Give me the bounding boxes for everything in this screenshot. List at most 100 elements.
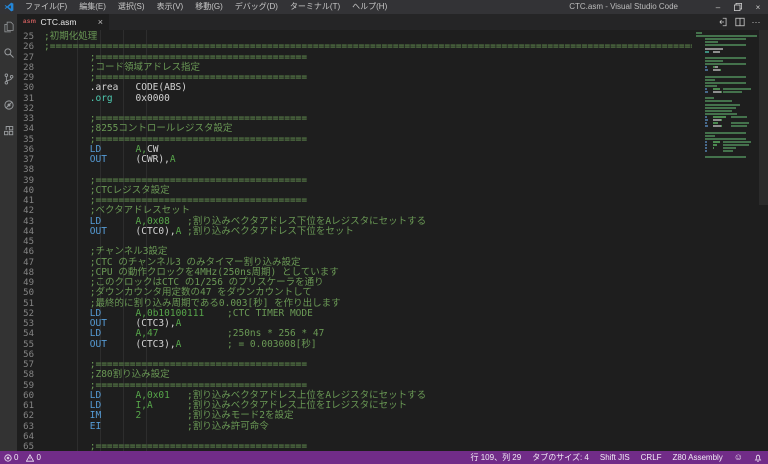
status-bar-right: 行 109、列 29 タブのサイズ: 4 Shift JIS CRLF Z80 … xyxy=(460,452,763,463)
notifications-bell-icon[interactable] xyxy=(754,454,762,462)
title-bar: ファイル(F) 編集(E) 選択(S) 表示(V) 移動(G) デバッグ(D) … xyxy=(0,0,768,14)
line-number: 31 xyxy=(23,93,34,104)
more-actions-button[interactable]: ··· xyxy=(748,14,764,30)
line-number: 49 xyxy=(23,278,34,288)
open-changes-icon xyxy=(719,17,727,27)
line-number: 37 xyxy=(23,155,34,165)
code-line[interactable]: 31 .org 0x0000 xyxy=(17,93,692,104)
line-number: 63 xyxy=(23,421,34,432)
open-changes-button[interactable] xyxy=(716,14,732,30)
sidebar-item-debug[interactable] xyxy=(0,92,17,118)
line-number: 47 xyxy=(23,257,34,268)
status-bar: 0 0 行 109、列 29 タブのサイズ: 4 Shift JIS CRLF … xyxy=(0,451,768,464)
line-number: 43 xyxy=(23,216,34,227)
line-number: 65 xyxy=(23,442,34,451)
sidebar-item-extensions[interactable] xyxy=(0,118,17,144)
line-number: 39 xyxy=(23,175,34,186)
line-number: 44 xyxy=(23,226,34,237)
menu-item-edit[interactable]: 編集(E) xyxy=(73,0,112,14)
warning-icon xyxy=(26,453,35,462)
code-area[interactable]: 25 ;初期化処理 26 ;=============================… xyxy=(17,30,692,451)
menu-bar: ファイル(F) 編集(E) 選択(S) 表示(V) 移動(G) デバッグ(D) … xyxy=(19,0,393,14)
sidebar-item-source-control[interactable] xyxy=(0,66,17,92)
status-errors[interactable]: 0 xyxy=(4,453,18,462)
code-line[interactable]: 44 OUT (CTC0),A ;割り込みベクタアドレス下位をセット xyxy=(17,226,692,237)
line-number: 40 xyxy=(23,185,34,196)
line-number: 60 xyxy=(23,390,34,401)
minimize-button[interactable]: – xyxy=(708,0,728,14)
menu-item-go[interactable]: 移動(G) xyxy=(189,0,229,14)
menu-item-selection[interactable]: 選択(S) xyxy=(112,0,151,14)
status-cursor-position[interactable]: 行 109、列 29 xyxy=(471,452,522,463)
line-number: 26 xyxy=(23,42,34,53)
debug-icon xyxy=(3,100,14,110)
line-number: 34 xyxy=(23,124,34,135)
line-number: 48 xyxy=(23,267,34,278)
line-number: 59 xyxy=(23,380,34,391)
menu-item-debug[interactable]: デバッグ(D) xyxy=(229,0,284,14)
status-tab-size[interactable]: タブのサイズ: 4 xyxy=(532,452,589,463)
asm-file-icon: asm xyxy=(23,19,37,25)
line-number: 38 xyxy=(23,165,34,176)
line-number: 61 xyxy=(23,401,34,411)
status-encoding[interactable]: Shift JIS xyxy=(600,453,630,462)
extensions-icon xyxy=(3,126,13,136)
split-editor-icon xyxy=(735,17,745,27)
code-line[interactable]: 63 EI ;割り込み許可命令 xyxy=(17,421,692,432)
line-number: 46 xyxy=(23,247,34,258)
line-number: 36 xyxy=(23,144,34,155)
tab-bar: asm CTC.asm × ··· xyxy=(17,14,768,30)
menu-item-view[interactable]: 表示(V) xyxy=(151,0,190,14)
line-number: 25 xyxy=(23,32,34,42)
line-number: 29 xyxy=(23,73,34,83)
line-number: 35 xyxy=(23,134,34,145)
line-number: 58 xyxy=(23,370,34,381)
sidebar-item-search[interactable] xyxy=(0,40,17,66)
files-icon xyxy=(4,21,13,33)
sidebar-item-explorer[interactable] xyxy=(0,14,17,40)
line-number: 52 xyxy=(23,308,34,319)
source-control-icon xyxy=(4,73,13,85)
search-icon xyxy=(3,48,14,58)
line-number: 50 xyxy=(23,288,34,299)
status-warnings[interactable]: 0 xyxy=(26,453,41,462)
window-title: CTC.asm - Visual Studio Code xyxy=(569,2,678,11)
line-number: 30 xyxy=(23,83,34,94)
tab-ctc-asm[interactable]: asm CTC.asm × xyxy=(17,14,109,30)
line-number: 42 xyxy=(23,206,34,217)
tab-label: CTC.asm xyxy=(40,17,77,27)
tab-close-icon[interactable]: × xyxy=(98,17,103,27)
status-eol[interactable]: CRLF xyxy=(641,453,662,462)
line-number: 55 xyxy=(23,339,34,350)
status-language-mode[interactable]: Z80 Assembly xyxy=(673,453,723,462)
line-number: 56 xyxy=(23,349,34,360)
line-number: 57 xyxy=(23,360,34,370)
window-controls: – × xyxy=(708,0,768,14)
menu-item-help[interactable]: ヘルプ(H) xyxy=(346,0,393,14)
line-number: 32 xyxy=(23,103,34,114)
code-line[interactable]: 55 OUT (CTC3),A ; = 0.003008[秒] xyxy=(17,339,692,350)
feedback-smiley-icon[interactable]: ☺ xyxy=(734,453,743,462)
menu-item-file[interactable]: ファイル(F) xyxy=(19,0,73,14)
restore-button[interactable] xyxy=(728,0,748,14)
line-number: 54 xyxy=(23,329,34,340)
line-number: 53 xyxy=(23,319,34,329)
line-number: 45 xyxy=(23,237,34,247)
line-number: 27 xyxy=(23,52,34,63)
error-icon xyxy=(4,453,12,462)
restore-icon xyxy=(734,3,742,11)
activity-bar xyxy=(0,14,17,451)
line-number: 41 xyxy=(23,196,34,206)
line-number: 51 xyxy=(23,298,34,309)
line-number: 28 xyxy=(23,62,34,73)
code-line[interactable]: 65 ;====================================… xyxy=(17,441,692,451)
split-editor-button[interactable] xyxy=(732,14,748,30)
line-number: 62 xyxy=(23,411,34,422)
menu-item-terminal[interactable]: ターミナル(T) xyxy=(284,0,346,14)
editor: 25 ;初期化処理 26 ;=============================… xyxy=(17,30,768,451)
line-number: 64 xyxy=(23,431,34,442)
minimap[interactable] xyxy=(692,32,757,451)
close-button[interactable]: × xyxy=(748,0,768,14)
code-line[interactable]: 37 OUT (CWR),A xyxy=(17,154,692,165)
scrollbar-thumb[interactable] xyxy=(759,30,768,205)
